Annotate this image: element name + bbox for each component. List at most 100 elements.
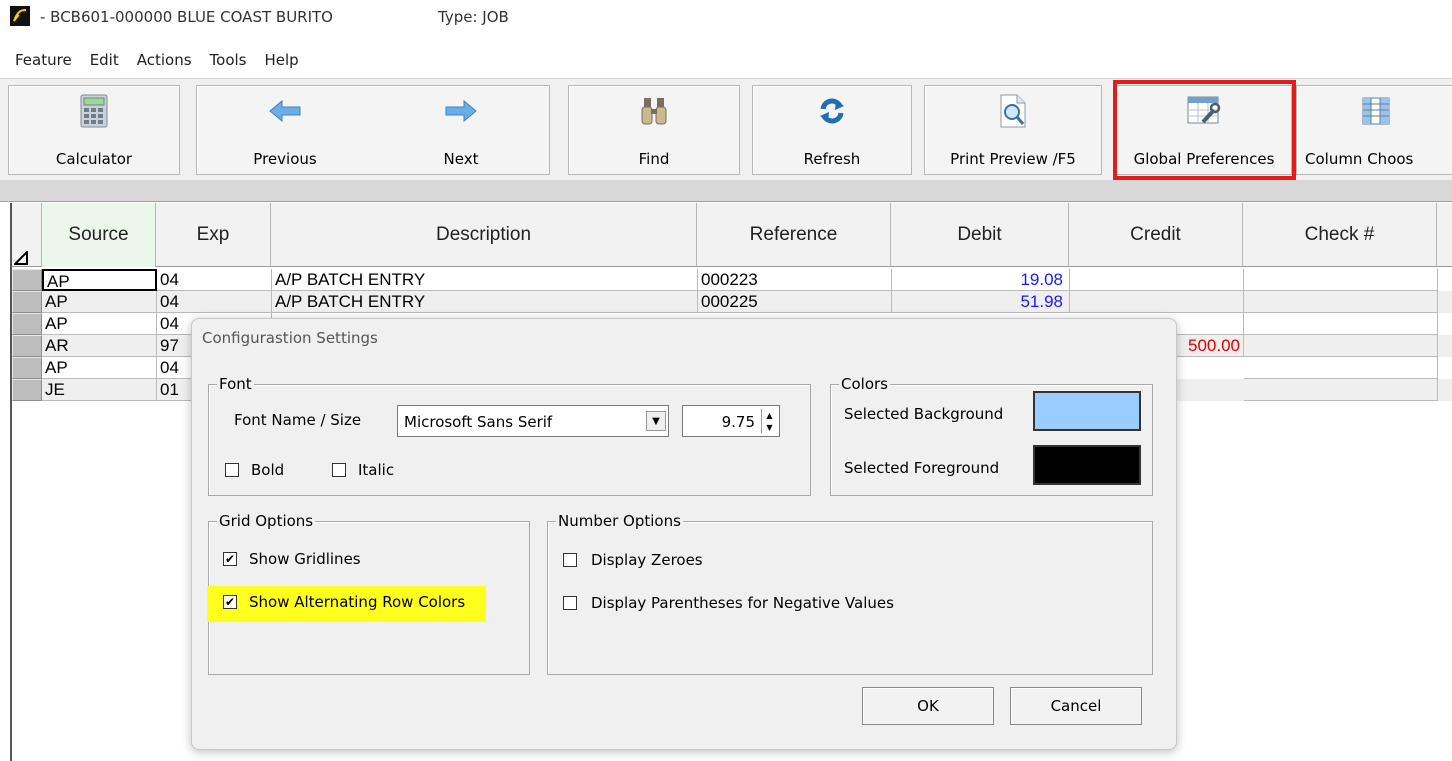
ok-button[interactable]: OK	[862, 687, 994, 725]
spinner-arrows-icon[interactable]: ▲ ▼	[761, 409, 777, 433]
column-header-exp[interactable]: Exp	[156, 203, 271, 267]
print-preview-button[interactable]: Print Preview /F5	[924, 85, 1102, 175]
find-button[interactable]: Find	[568, 85, 740, 175]
table-row[interactable]: AP 04 A/P BATCH ENTRY 000223 19.08	[12, 269, 1452, 291]
global-preferences-button[interactable]: Global Preferences	[1116, 85, 1292, 175]
row-selector[interactable]	[12, 291, 42, 313]
cell-credit[interactable]	[1070, 269, 1244, 291]
menu-feature[interactable]: Feature	[12, 49, 75, 71]
column-header-description[interactable]: Description	[271, 203, 697, 267]
display-zeroes-checkbox[interactable]	[563, 553, 577, 567]
columns-icon	[1359, 94, 1393, 128]
window-title: - BCB601-000000 BLUE COAST BURITO	[40, 8, 333, 26]
print-preview-label: Print Preview /F5	[950, 150, 1076, 168]
cell-source[interactable]: AP	[42, 291, 157, 313]
refresh-icon	[815, 94, 849, 128]
show-alternating-rows-label: Show Alternating Row Colors	[249, 593, 466, 611]
column-header-check-number[interactable]: Check #	[1243, 203, 1437, 267]
menu-bar: Feature Edit Actions Tools Help	[0, 44, 1452, 76]
binoculars-icon	[637, 94, 671, 128]
italic-checkbox[interactable]	[332, 463, 346, 477]
column-chooser-button[interactable]: Column Choos	[1296, 85, 1452, 175]
refresh-button[interactable]: Refresh	[752, 85, 912, 175]
cell-credit[interactable]	[1070, 291, 1244, 313]
row-selector[interactable]	[12, 379, 42, 401]
dialog-title: Configurastion Settings	[202, 329, 378, 347]
menu-edit[interactable]: Edit	[87, 49, 122, 71]
row-selector[interactable]	[12, 269, 42, 291]
colors-group-label: Colors	[839, 375, 890, 393]
table-row[interactable]: AP 04 A/P BATCH ENTRY 000225 51.98	[12, 291, 1452, 313]
bold-label: Bold	[251, 461, 285, 479]
bold-checkbox[interactable]	[225, 463, 239, 477]
refresh-label: Refresh	[803, 150, 861, 168]
global-preferences-label: Global Preferences	[1133, 150, 1275, 168]
calculator-icon	[77, 94, 111, 128]
colors-group: Colors Selected Background Selected Fore…	[830, 375, 1153, 496]
previous-button[interactable]: Previous Next	[196, 85, 550, 175]
show-alternating-rows-checkbox[interactable]: ✔	[223, 595, 237, 609]
cell-check-number[interactable]	[1244, 269, 1438, 291]
cell-exp[interactable]: 04	[157, 291, 272, 313]
column-header-debit[interactable]: Debit	[891, 203, 1069, 267]
calculator-label: Calculator	[55, 150, 133, 168]
select-all-corner[interactable]	[12, 203, 42, 267]
cell-check-number[interactable]	[1244, 379, 1438, 401]
font-size-value: 9.75	[721, 413, 755, 431]
previous-label: Previous	[253, 150, 317, 168]
cell-debit[interactable]: 51.98	[892, 291, 1070, 313]
cell-source[interactable]: AP	[42, 357, 157, 379]
menu-help[interactable]: Help	[262, 49, 302, 71]
cell-description[interactable]: A/P BATCH ENTRY	[272, 291, 698, 313]
row-selector[interactable]	[12, 335, 42, 357]
cell-check-number[interactable]	[1244, 335, 1438, 357]
cell-check-number[interactable]	[1244, 313, 1438, 335]
font-name-select[interactable]: Microsoft Sans Serif ▼	[397, 405, 669, 437]
window-type-label: Type: JOB	[438, 8, 509, 26]
menu-tools[interactable]: Tools	[207, 49, 250, 71]
cell-source[interactable]: AR	[42, 335, 157, 357]
cell-source[interactable]: AP	[42, 313, 157, 335]
selected-foreground-swatch[interactable]	[1033, 445, 1141, 485]
cell-exp[interactable]: 04	[157, 269, 272, 291]
font-name-value: Microsoft Sans Serif	[404, 413, 553, 431]
cell-reference[interactable]: 000223	[698, 269, 892, 291]
display-parentheses-checkbox[interactable]	[563, 596, 577, 610]
cell-source[interactable]: JE	[42, 379, 157, 401]
find-label: Find	[638, 150, 670, 168]
configuration-settings-dialog: Configurastion Settings Font Font Name /…	[191, 318, 1177, 750]
column-chooser-label: Column Choos	[1305, 150, 1414, 168]
row-selector[interactable]	[12, 357, 42, 379]
chevron-down-icon[interactable]: ▼	[646, 411, 666, 431]
font-size-spinner[interactable]: 9.75 ▲ ▼	[682, 405, 780, 437]
number-options-group-label: Number Options	[556, 512, 683, 530]
column-header-source[interactable]: Source	[42, 203, 156, 267]
grid-separator	[0, 180, 1452, 202]
column-header-credit[interactable]: Credit	[1069, 203, 1243, 267]
selected-background-swatch[interactable]	[1033, 391, 1141, 431]
calculator-button[interactable]: Calculator	[8, 85, 180, 175]
font-group-label: Font	[217, 375, 254, 393]
title-bar: - BCB601-000000 BLUE COAST BURITO Type: …	[0, 0, 1452, 44]
cell-check-number[interactable]	[1244, 291, 1438, 313]
row-selector[interactable]	[12, 313, 42, 335]
cell-check-number[interactable]	[1244, 357, 1438, 379]
cancel-button[interactable]: Cancel	[1010, 687, 1142, 725]
number-options-group: Number Options Display Zeroes Display Pa…	[547, 512, 1153, 675]
font-name-size-label: Font Name / Size	[234, 411, 362, 429]
show-gridlines-checkbox[interactable]: ✔	[223, 552, 237, 566]
column-header-reference[interactable]: Reference	[697, 203, 891, 267]
app-logo-icon	[10, 6, 30, 26]
font-group: Font Font Name / Size Microsoft Sans Ser…	[208, 375, 811, 496]
cell-reference[interactable]: 000225	[698, 291, 892, 313]
menu-actions[interactable]: Actions	[134, 49, 195, 71]
cell-description[interactable]: A/P BATCH ENTRY	[272, 269, 698, 291]
settings-wrench-icon	[1187, 94, 1221, 128]
show-gridlines-label: Show Gridlines	[249, 550, 361, 568]
cell-source[interactable]: AP	[42, 269, 157, 291]
cell-credit[interactable]: 500.00	[1170, 335, 1244, 357]
grid-header: Source Exp Description Reference Debit C…	[12, 203, 1452, 267]
selected-foreground-label: Selected Foreground	[844, 459, 1000, 477]
cell-debit[interactable]: 19.08	[892, 269, 1070, 291]
toolbar: Calculator Previous Next Find Refresh Pr…	[0, 78, 1452, 180]
